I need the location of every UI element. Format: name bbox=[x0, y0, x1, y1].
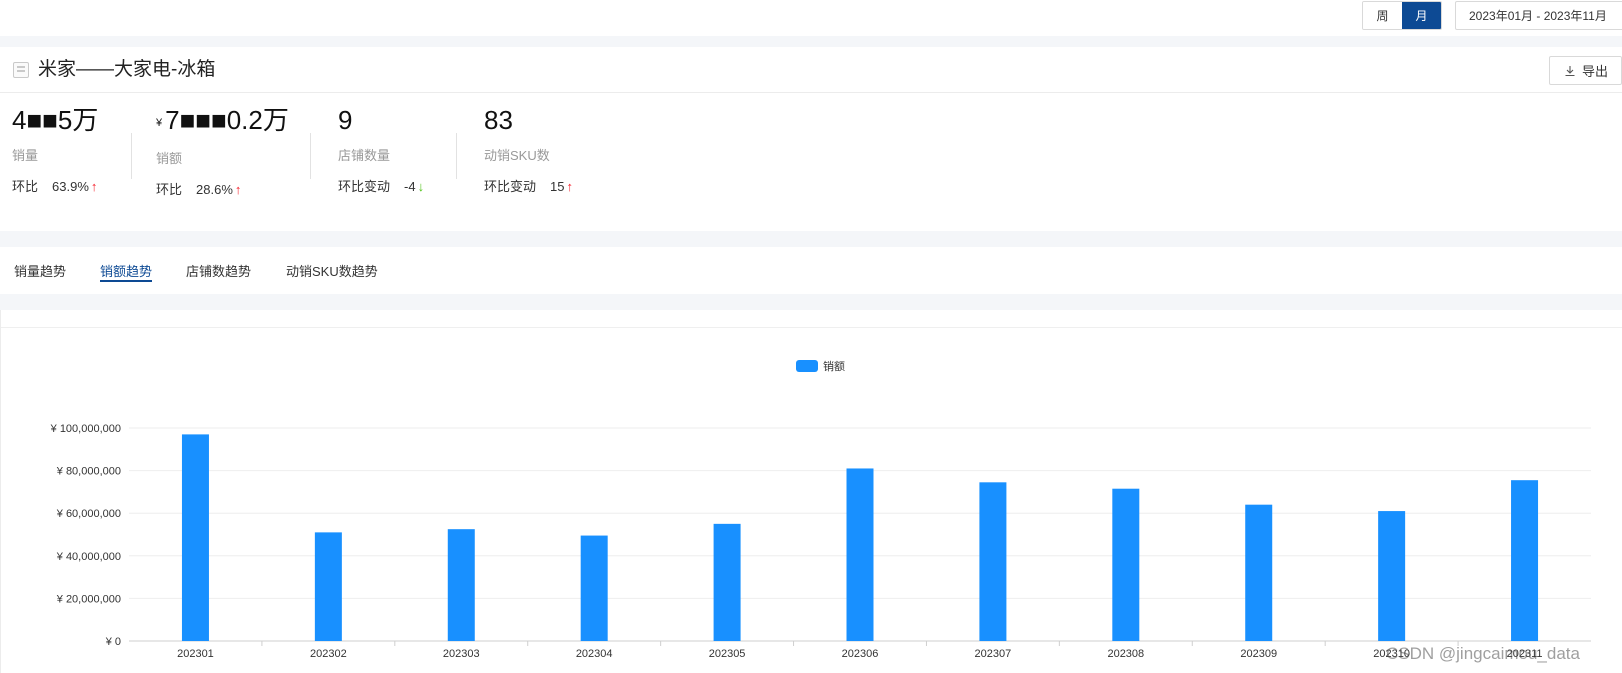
bar bbox=[1112, 488, 1140, 641]
metric-label: 销量 bbox=[12, 148, 39, 163]
trend-tabs: 销量趋势 销额趋势 店铺数趋势 动销SKU数趋势 bbox=[0, 247, 1622, 294]
metric-change: 环比 63.9% ↑ bbox=[12, 179, 98, 194]
bar bbox=[1378, 511, 1406, 641]
metric-sales-amount: ¥7■■■0.2万 销额 环比 28.6% ↑ bbox=[156, 105, 289, 199]
x-tick-label: 202306 bbox=[842, 648, 879, 660]
tab-sales-volume-trend[interactable]: 销量趋势 bbox=[14, 247, 66, 294]
x-tick-label: 202305 bbox=[709, 648, 746, 660]
legend-swatch bbox=[796, 360, 818, 372]
x-tick-label: 202301 bbox=[177, 648, 214, 660]
divider bbox=[131, 133, 132, 179]
bar bbox=[846, 468, 874, 641]
period-toggle: 周 月 bbox=[1362, 1, 1442, 30]
bar bbox=[713, 523, 741, 641]
metric-label: 动销SKU数 bbox=[484, 148, 550, 163]
period-month-button[interactable]: 月 bbox=[1402, 2, 1441, 29]
y-tick-label: ¥ 80,000,000 bbox=[56, 466, 121, 478]
bar bbox=[580, 535, 608, 641]
metric-value: 83 bbox=[484, 105, 513, 135]
x-tick-label: 202308 bbox=[1107, 648, 1144, 660]
date-range-picker[interactable]: 2023年01月 - 2023年11月 bbox=[1455, 1, 1622, 30]
tab-active-sku-trend[interactable]: 动销SKU数趋势 bbox=[286, 247, 378, 294]
summary-card: 米家——大家电-冰箱 导出 4■■5万 销量 环比 63.9% ↑ ¥7■■■0.2… bbox=[0, 47, 1622, 231]
metric-label: 销额 bbox=[156, 151, 183, 166]
x-tick-label: 202304 bbox=[576, 648, 613, 660]
metric-change: 环比 28.6% ↑ bbox=[156, 182, 242, 197]
divider bbox=[310, 133, 311, 179]
tab-sales-amount-trend[interactable]: 销额趋势 bbox=[100, 247, 153, 294]
metric-sales-volume: 4■■5万 销量 环比 63.9% ↑ bbox=[12, 105, 98, 196]
summary-title-row: 米家——大家电-冰箱 导出 bbox=[0, 47, 1622, 93]
metric-value: 4■■5万 bbox=[12, 105, 99, 135]
legend-label: 销额 bbox=[823, 359, 845, 373]
y-tick-label: ¥ 40,000,000 bbox=[56, 551, 121, 563]
page-title: 米家——大家电-冰箱 bbox=[38, 59, 216, 80]
bar bbox=[181, 434, 209, 641]
arrow-up-icon: ↑ bbox=[234, 182, 242, 197]
y-tick-label: ¥ 60,000,000 bbox=[56, 508, 121, 520]
bar bbox=[979, 482, 1007, 641]
metric-active-sku: 83 动销SKU数 环比变动 15 ↑ bbox=[484, 105, 573, 196]
x-tick-label: 202302 bbox=[310, 648, 347, 660]
download-icon bbox=[1565, 65, 1575, 76]
chart-card: 销额 ¥ 0 ¥ 20,000,000 ¥ 40,000,000 ¥ 60,000,00… bbox=[0, 310, 1622, 673]
bar bbox=[447, 529, 475, 641]
x-tick-label: 202309 bbox=[1240, 648, 1277, 660]
top-bar: 周 月 2023年01月 - 2023年11月 bbox=[0, 0, 1622, 36]
bar bbox=[1511, 480, 1539, 641]
bar bbox=[1245, 504, 1273, 641]
x-tick-label: 202303 bbox=[443, 648, 480, 660]
metric-change: 环比变动 -4 ↓ bbox=[338, 179, 425, 194]
x-tick-label: 202307 bbox=[975, 648, 1012, 660]
metric-value: 9 bbox=[338, 105, 353, 135]
arrow-up-icon: ↑ bbox=[566, 179, 573, 194]
metric-store-count: 9 店铺数量 环比变动 -4 ↓ bbox=[338, 105, 424, 196]
export-button[interactable]: 导出 bbox=[1549, 56, 1622, 85]
y-tick-label: ¥ 0 bbox=[105, 636, 121, 648]
divider bbox=[456, 133, 457, 179]
metric-value: ¥7■■■0.2万 bbox=[156, 105, 289, 135]
category-icon bbox=[13, 62, 29, 78]
y-tick-label: ¥ 20,000,000 bbox=[56, 593, 121, 605]
arrow-up-icon: ↑ bbox=[90, 179, 98, 194]
metric-change: 环比变动 15 ↑ bbox=[484, 179, 573, 194]
export-label: 导出 bbox=[1582, 64, 1609, 79]
sales-amount-bar-chart: 销额 ¥ 0 ¥ 20,000,000 ¥ 40,000,000 ¥ 60,000,00… bbox=[50, 359, 1591, 660]
period-week-button[interactable]: 周 bbox=[1363, 2, 1402, 29]
y-tick-label: ¥ 100,000,000 bbox=[50, 423, 121, 435]
bar bbox=[314, 532, 342, 641]
arrow-down-icon: ↓ bbox=[417, 179, 425, 194]
watermark: CSDN @jingcaimou_data bbox=[1386, 644, 1580, 663]
metric-label: 店铺数量 bbox=[338, 148, 391, 163]
tab-store-count-trend[interactable]: 店铺数趋势 bbox=[186, 247, 251, 294]
